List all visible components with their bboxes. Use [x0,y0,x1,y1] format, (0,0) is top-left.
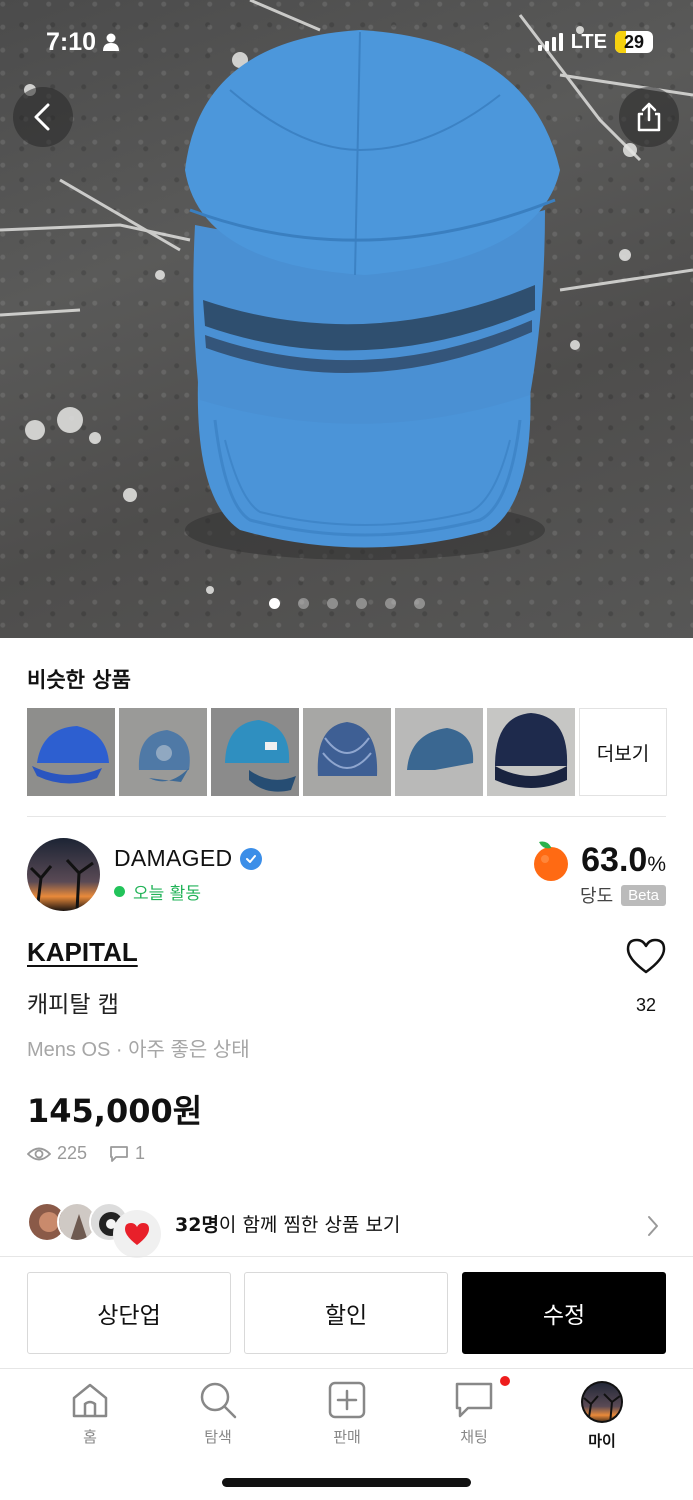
eye-icon [27,1147,51,1160]
tab-home[interactable]: 홈 [50,1380,130,1447]
gallery-dot[interactable] [268,598,280,609]
wishers-row[interactable]: 32명이 함께 찜한 상품 보기 [27,1198,666,1258]
gallery-dot[interactable] [326,598,338,609]
network-label: LTE [570,30,607,53]
back-button[interactable] [13,87,73,147]
brand-link[interactable]: KAPITAL [27,937,138,968]
product-photo[interactable]: 7:10 LTE 29 [0,0,693,638]
similar-products-row: 더보기 [27,708,667,796]
chat-icon [455,1382,493,1418]
similar-more-button[interactable]: 더보기 [579,708,667,796]
share-icon [637,102,661,132]
home-icon [72,1383,108,1418]
search-icon [200,1382,237,1419]
divider [27,816,666,817]
bump-button[interactable]: 상단업 [27,1272,231,1354]
wishers-text: 32명이 함께 찜한 상품 보기 [175,1214,401,1236]
tab-sell[interactable]: 판매 [307,1380,387,1447]
comment-icon [110,1145,128,1162]
gallery-dot[interactable] [384,598,396,609]
person-icon [103,33,120,51]
similar-product-thumb[interactable] [303,708,391,796]
similar-product-thumb[interactable] [119,708,207,796]
status-indicators: LTE 29 [537,30,653,54]
seller-name[interactable]: DAMAGED [114,845,263,872]
similar-products-title: 비슷한 상품 [27,668,131,692]
product-size: Mens OS [27,1039,111,1061]
discount-button[interactable]: 할인 [244,1272,448,1354]
seller-activity: 오늘 활동 [114,879,201,904]
avatar [581,1381,623,1423]
tab-chat[interactable]: 채팅 [434,1380,514,1447]
product-name: 캐피탈 캡 [27,992,119,1018]
chevron-left-icon [34,103,50,131]
battery-icon: 29 [615,31,653,53]
sweetness-value: 63.0% [581,840,666,879]
like-button[interactable] [625,937,667,979]
gallery-dots [0,598,693,609]
chevron-right-icon [648,1216,658,1236]
signal-icon [537,33,563,51]
sweetness-label: 당도 Beta [580,882,666,908]
fruit-icon [534,841,569,881]
status-time: 7:10 [46,28,120,57]
chat-unread-badge [500,1376,510,1386]
status-bar: 7:10 LTE 29 [0,0,693,84]
verified-icon [240,847,263,870]
gallery-dot[interactable] [413,598,425,609]
heart-icon [626,938,666,974]
beta-badge: Beta [621,884,666,906]
home-indicator [222,1478,471,1487]
similar-product-thumb[interactable] [395,708,483,796]
similar-product-thumb[interactable] [27,708,115,796]
tab-my[interactable]: 마이 [562,1380,642,1451]
seller-avatar[interactable] [27,838,100,911]
edit-button[interactable]: 수정 [462,1272,666,1354]
share-button[interactable] [619,87,679,147]
cap-photo [0,0,693,594]
product-price: 145,000원 [27,1092,203,1130]
tab-explore[interactable]: 탐색 [178,1380,258,1447]
like-count: 32 [635,995,657,1015]
plus-square-icon [328,1381,366,1419]
online-dot-icon [114,886,125,897]
view-count: 225 [57,1143,88,1163]
product-meta: Mens OS · 아주 좋은 상태 [27,1033,250,1062]
comment-count: 1 [135,1143,146,1163]
gallery-dot[interactable] [355,598,367,609]
heart-badge [113,1210,161,1258]
meta-separator: · [115,1039,123,1061]
gallery-dot[interactable] [297,598,309,609]
product-stats: 225 1 [27,1143,145,1164]
similar-product-thumb[interactable] [487,708,575,796]
similar-product-thumb[interactable] [211,708,299,796]
product-condition: 아주 좋은 상태 [128,1039,250,1061]
red-heart-icon [125,1223,149,1245]
sweetness-score[interactable]: 63.0% [529,838,666,882]
